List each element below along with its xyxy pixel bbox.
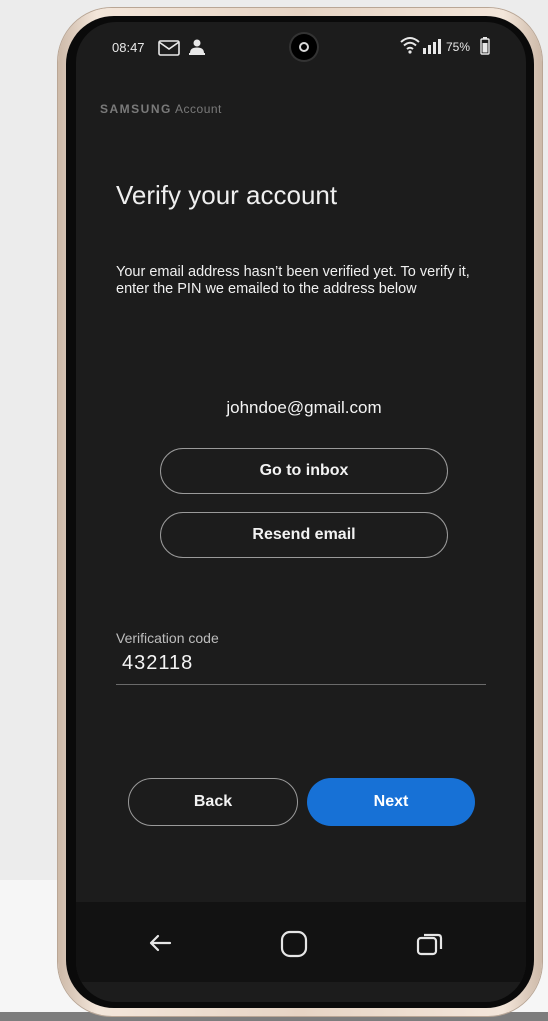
verification-description: Your email address hasn’t been verified …: [116, 264, 470, 297]
signal-icon: [422, 38, 442, 59]
brand-logo-text: SAMSUNG: [100, 102, 172, 116]
person-icon: [188, 38, 206, 61]
app-header: SAMSUNG Account: [100, 102, 222, 116]
back-button[interactable]: Back: [128, 778, 298, 826]
next-button[interactable]: Next: [307, 778, 475, 826]
verification-code-input[interactable]: 432118: [116, 648, 486, 685]
verification-code-label: Verification code: [116, 630, 219, 646]
page-title: Verify your account: [116, 180, 338, 210]
email-address: johndoe@gmail.com: [226, 398, 382, 417]
product-name: Account: [175, 102, 222, 116]
wifi-icon: [400, 36, 420, 59]
status-time: 08:47: [112, 40, 145, 55]
navigation-bar: [76, 902, 526, 982]
recents-icon[interactable]: [416, 932, 444, 961]
phone-screen: 08:47 75% SAMSUNG Account Verify your ac…: [76, 22, 526, 1002]
verification-code-value: 432118: [122, 652, 194, 674]
status-bar: 08:47 75%: [76, 22, 526, 74]
resend-email-button[interactable]: Resend email: [160, 512, 448, 558]
go-to-inbox-button[interactable]: Go to inbox: [160, 448, 448, 494]
mail-icon: [158, 40, 180, 61]
battery-icon: [480, 37, 490, 60]
battery-percentage: 75%: [446, 40, 471, 54]
front-camera: [291, 34, 317, 60]
back-arrow-icon[interactable]: [148, 934, 172, 957]
home-icon[interactable]: [280, 930, 308, 963]
